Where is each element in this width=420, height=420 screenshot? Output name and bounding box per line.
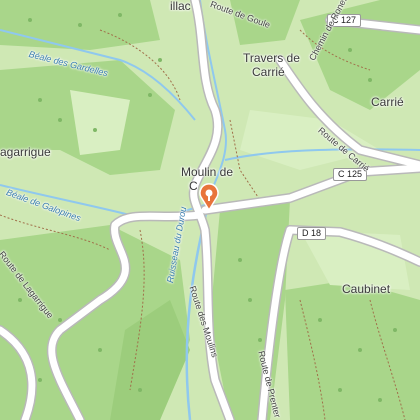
road-shield-d18: D 18 bbox=[297, 227, 327, 240]
place-lagarrigue: agarrigue bbox=[0, 145, 51, 159]
place-moulin-line1: Moulin de bbox=[181, 165, 234, 179]
place-travers-line2: Carrié bbox=[252, 65, 285, 79]
place-carrie: Carrié bbox=[371, 95, 404, 109]
location-pin-icon[interactable] bbox=[197, 183, 221, 211]
place-roussillac: illac bbox=[170, 0, 191, 13]
place-caubinet: Caubinet bbox=[342, 282, 391, 296]
place-travers-line1: Travers de bbox=[243, 51, 300, 65]
map-canvas[interactable]: Moulin de C Travers de Carrié Carrié Cau… bbox=[0, 0, 420, 420]
